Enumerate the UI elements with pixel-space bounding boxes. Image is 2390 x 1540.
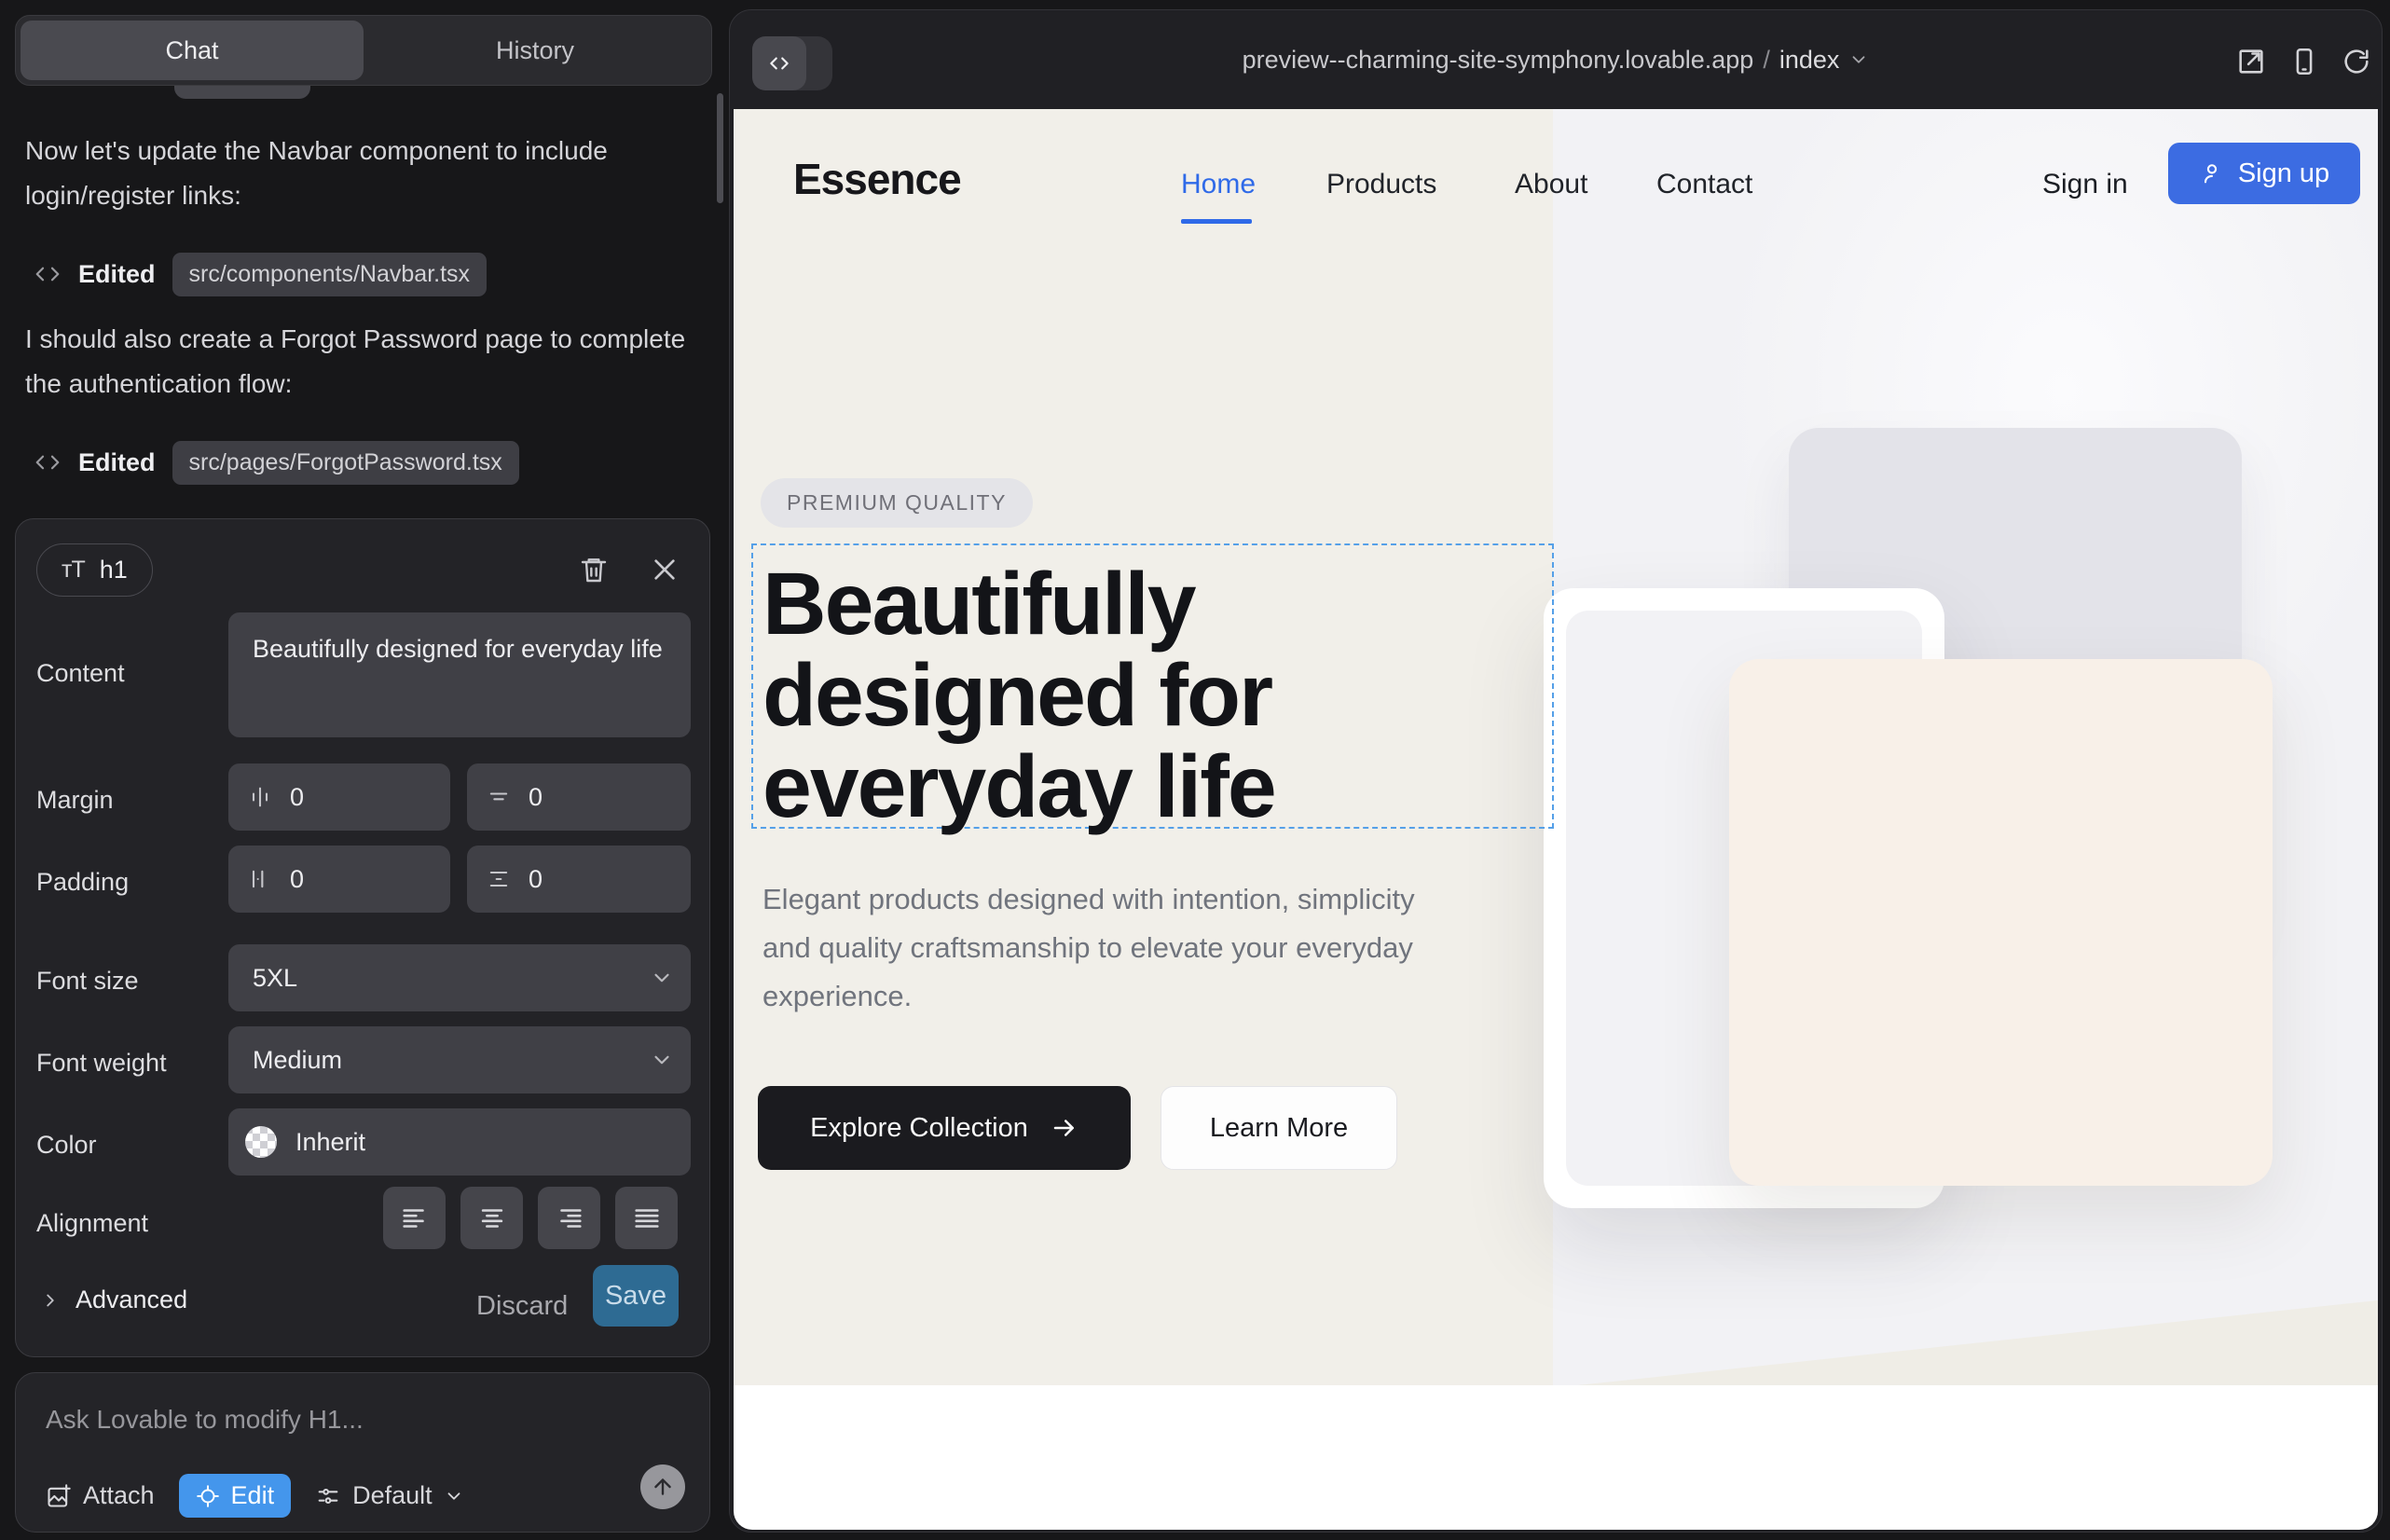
nav-active-underline <box>1181 219 1252 224</box>
edited-label: Edited <box>78 448 156 477</box>
chat-composer: Ask Lovable to modify H1... Attach Edit … <box>15 1372 710 1533</box>
chevron-right-icon <box>40 1290 61 1311</box>
close-icon <box>650 555 680 584</box>
selected-element-tag: тT h1 <box>36 543 153 597</box>
open-external-button[interactable] <box>2235 46 2267 77</box>
color-label: Color <box>36 1131 97 1160</box>
decor-card-front <box>1729 659 2273 1186</box>
edited-file-row: Edited src/pages/ForgotPassword.tsx <box>34 438 519 487</box>
learn-more-button[interactable]: Learn More <box>1161 1086 1397 1170</box>
content-label: Content <box>36 659 125 688</box>
padding-x-input[interactable]: 0 <box>228 846 450 913</box>
send-button[interactable] <box>640 1464 685 1509</box>
preview-browser-frame: preview--charming-site-symphony.lovable.… <box>729 9 2383 1533</box>
file-chip[interactable]: src/components/Navbar.tsx <box>172 253 488 296</box>
nav-link-products[interactable]: Products <box>1326 169 1436 200</box>
refresh-icon <box>2341 46 2372 77</box>
sliders-icon <box>315 1483 341 1509</box>
arrow-up-icon <box>651 1475 675 1499</box>
font-size-label: Font size <box>36 967 139 996</box>
mode-select[interactable]: Default <box>315 1481 464 1510</box>
chevron-down-icon <box>650 1048 674 1072</box>
lovable-app: Chat History Now let's update the Navbar… <box>0 0 2390 1540</box>
margin-label: Margin <box>36 786 114 815</box>
element-tag-label: h1 <box>100 556 128 584</box>
align-center-icon <box>476 1203 508 1234</box>
sign-in-link[interactable]: Sign in <box>2042 169 2128 200</box>
chevron-down-icon <box>1848 49 1869 70</box>
delete-element-button[interactable] <box>573 549 614 590</box>
composer-input[interactable]: Ask Lovable to modify H1... <box>46 1405 364 1435</box>
arrow-right-icon <box>1051 1114 1078 1142</box>
sign-up-button[interactable]: Sign up <box>2168 143 2360 204</box>
hero-subtext: Elegant products designed with intention… <box>762 875 1434 1021</box>
text-element-icon: тT <box>62 557 85 584</box>
sidebar-scrollbar[interactable] <box>717 93 723 203</box>
chat-message: Now let's update the Navbar component to… <box>25 129 693 218</box>
explore-collection-button[interactable]: Explore Collection <box>758 1086 1131 1170</box>
align-right-button[interactable] <box>538 1187 600 1249</box>
margin-x-input[interactable]: 0 <box>228 763 450 831</box>
color-swatch-transparent <box>245 1126 277 1158</box>
trash-icon <box>579 555 609 584</box>
color-select[interactable]: Inherit <box>228 1108 691 1176</box>
url-host: preview--charming-site-symphony.lovable.… <box>1243 46 1754 75</box>
align-right-icon <box>554 1203 585 1234</box>
tab-chat[interactable]: Chat <box>21 21 364 80</box>
save-button[interactable]: Save <box>593 1265 679 1327</box>
nav-link-contact[interactable]: Contact <box>1656 169 1752 200</box>
site-logo[interactable]: Essence <box>793 154 961 204</box>
chevron-down-icon <box>444 1486 464 1506</box>
code-icon <box>34 448 62 476</box>
edited-label: Edited <box>78 260 156 289</box>
code-icon <box>34 260 62 288</box>
url-separator: / <box>1763 46 1770 75</box>
margin-horizontal-icon <box>247 784 273 810</box>
site-viewport: Essence Home Products About Contact Sign… <box>734 109 2378 1530</box>
refresh-button[interactable] <box>2341 46 2372 77</box>
target-icon <box>196 1484 220 1508</box>
align-left-icon <box>399 1203 431 1234</box>
content-input[interactable]: Beautifully designed for everyday life <box>228 612 691 737</box>
padding-vertical-icon <box>486 866 512 892</box>
edited-file-row: Edited src/components/Navbar.tsx <box>34 250 487 298</box>
clipped-chip <box>174 86 310 99</box>
align-center-button[interactable] <box>460 1187 523 1249</box>
chat-message: I should also create a Forgot Password p… <box>25 317 693 406</box>
file-chip[interactable]: src/pages/ForgotPassword.tsx <box>172 441 519 485</box>
url-bar[interactable]: preview--charming-site-symphony.lovable.… <box>730 10 2382 109</box>
font-size-select[interactable]: 5XL <box>228 944 691 1011</box>
alignment-label: Alignment <box>36 1209 148 1238</box>
element-editor-panel: тT h1 Content Beautifully designed for e… <box>15 518 710 1357</box>
discard-button[interactable]: Discard <box>476 1291 568 1322</box>
attach-image-icon <box>46 1483 72 1509</box>
align-justify-button[interactable] <box>615 1187 678 1249</box>
edit-mode-button[interactable]: Edit <box>179 1474 292 1518</box>
close-panel-button[interactable] <box>644 549 685 590</box>
padding-label: Padding <box>36 868 129 897</box>
url-path: index <box>1779 46 1840 75</box>
font-weight-label: Font weight <box>36 1049 167 1078</box>
advanced-toggle[interactable]: Advanced <box>40 1286 187 1314</box>
external-link-icon <box>2235 46 2267 77</box>
hero-headline[interactable]: Beautifully designed for everyday life <box>762 558 1550 832</box>
font-weight-select[interactable]: Medium <box>228 1026 691 1093</box>
chat-history-tabbar: Chat History <box>15 15 712 86</box>
premium-quality-badge: PREMIUM QUALITY <box>761 478 1033 528</box>
padding-horizontal-icon <box>247 866 273 892</box>
user-icon <box>2199 160 2225 186</box>
align-left-button[interactable] <box>383 1187 446 1249</box>
mobile-view-button[interactable] <box>2288 46 2320 77</box>
tab-history[interactable]: History <box>364 21 707 80</box>
smartphone-icon <box>2288 46 2320 77</box>
padding-y-input[interactable]: 0 <box>467 846 691 913</box>
chevron-down-icon <box>650 966 674 990</box>
margin-vertical-icon <box>486 784 512 810</box>
margin-y-input[interactable]: 0 <box>467 763 691 831</box>
attach-button[interactable]: Attach <box>46 1481 155 1510</box>
align-justify-icon <box>631 1203 663 1234</box>
nav-link-home[interactable]: Home <box>1181 169 1256 200</box>
nav-link-about[interactable]: About <box>1515 169 1587 200</box>
